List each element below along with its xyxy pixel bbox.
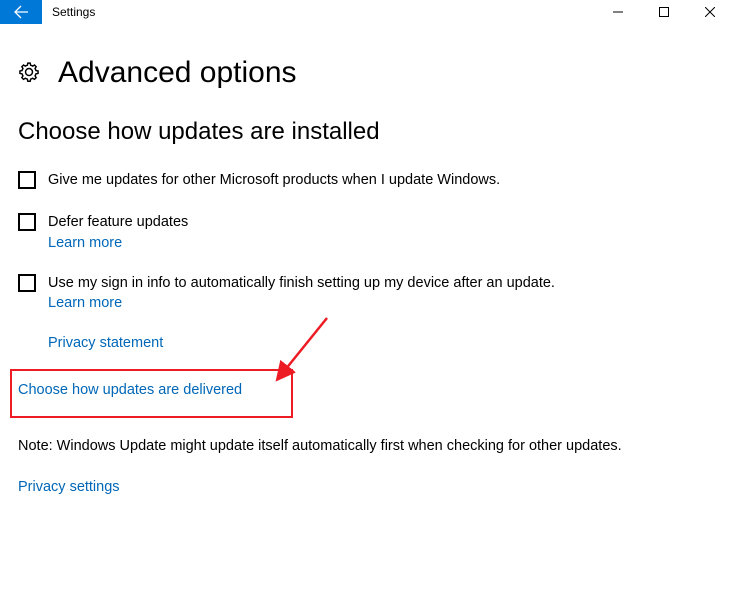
- defer-learn-more-link[interactable]: Learn more: [48, 235, 122, 251]
- signin-learn-more-link[interactable]: Learn more: [48, 295, 122, 311]
- close-icon: [705, 7, 715, 17]
- close-button[interactable]: [687, 0, 733, 24]
- content-area: Advanced options Choose how updates are …: [0, 24, 733, 495]
- titlebar-drag-area[interactable]: [95, 0, 595, 24]
- titlebar: Settings: [0, 0, 733, 24]
- option-signin: Use my sign in info to automatically fin…: [18, 273, 715, 311]
- maximize-button[interactable]: [641, 0, 687, 24]
- checkbox-other-products[interactable]: [18, 171, 36, 189]
- arrow-left-icon: [13, 4, 29, 20]
- highlight-annotation: Choose how updates are delivered: [10, 369, 293, 418]
- label-signin: Use my sign in info to automatically fin…: [48, 273, 715, 293]
- page-title: Advanced options: [58, 56, 297, 90]
- checkbox-defer[interactable]: [18, 213, 36, 231]
- label-defer: Defer feature updates: [48, 212, 715, 232]
- option-other-products: Give me updates for other Microsoft prod…: [18, 170, 715, 190]
- minimize-button[interactable]: [595, 0, 641, 24]
- note-text: Note: Windows Update might update itself…: [18, 438, 715, 454]
- gear-icon: [18, 61, 40, 86]
- back-button[interactable]: [0, 0, 42, 24]
- window-controls: [595, 0, 733, 24]
- label-other-products: Give me updates for other Microsoft prod…: [48, 170, 715, 190]
- privacy-statement-link[interactable]: Privacy statement: [48, 335, 163, 351]
- option-defer: Defer feature updates Learn more: [18, 212, 715, 250]
- window-title: Settings: [42, 0, 95, 24]
- maximize-icon: [659, 7, 669, 17]
- page-header: Advanced options: [18, 56, 715, 90]
- checkbox-signin[interactable]: [18, 274, 36, 292]
- minimize-icon: [613, 7, 623, 17]
- section-title: Choose how updates are installed: [18, 118, 715, 146]
- privacy-settings-link[interactable]: Privacy settings: [18, 479, 120, 495]
- choose-delivery-link[interactable]: Choose how updates are delivered: [18, 382, 242, 398]
